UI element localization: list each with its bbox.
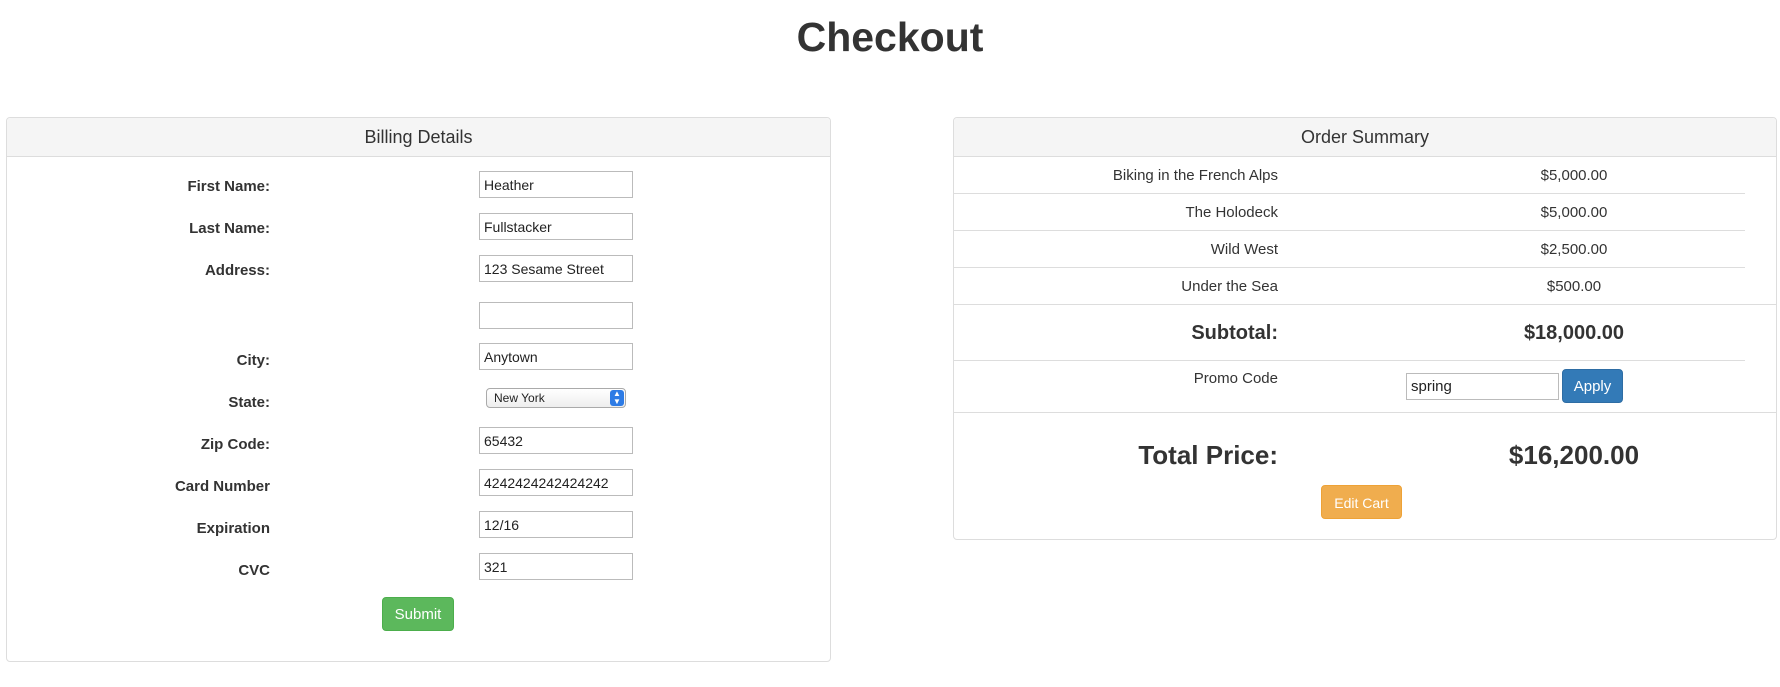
item-price: $2,500.00 bbox=[1540, 241, 1608, 258]
first-name-field[interactable] bbox=[479, 171, 633, 198]
address-field[interactable] bbox=[479, 255, 633, 282]
subtotal-row: Subtotal: $18,000.00 bbox=[954, 305, 1776, 360]
list-item: Under the Sea $500.00 bbox=[954, 268, 1776, 305]
item-name: The Holodeck bbox=[1185, 204, 1278, 221]
subtotal-label: Subtotal: bbox=[1191, 322, 1278, 344]
total-price-label: Total Price: bbox=[1138, 440, 1278, 470]
item-price: $5,000.00 bbox=[1540, 204, 1608, 221]
state-select[interactable]: New York ▲ ▼ bbox=[486, 388, 626, 408]
item-price: $5,000.00 bbox=[1540, 167, 1608, 184]
submit-button[interactable]: Submit bbox=[382, 597, 454, 631]
card-number-field[interactable] bbox=[479, 469, 633, 496]
page-title: Checkout bbox=[796, 14, 984, 60]
expiration-field[interactable] bbox=[479, 511, 633, 538]
first-name-row: First Name: bbox=[7, 171, 830, 199]
state-row: State: New York ▲ ▼ bbox=[7, 385, 830, 413]
state-label: State: bbox=[228, 394, 270, 411]
zip-code-field[interactable] bbox=[479, 427, 633, 454]
city-field[interactable] bbox=[479, 343, 633, 370]
item-name: Wild West bbox=[1210, 241, 1278, 258]
address-row: Address: bbox=[7, 255, 830, 283]
cvc-row: CVC bbox=[7, 553, 830, 581]
promo-code-label: Promo Code bbox=[1193, 370, 1278, 387]
address-line2-field[interactable] bbox=[479, 302, 633, 329]
item-name: Biking in the French Alps bbox=[1112, 167, 1278, 184]
edit-cart-button[interactable]: Edit Cart bbox=[1321, 485, 1402, 519]
order-summary-panel: Order Summary Biking in the French Alps … bbox=[953, 117, 1777, 540]
last-name-field[interactable] bbox=[479, 213, 633, 240]
promo-code-input[interactable] bbox=[1406, 373, 1559, 400]
card-number-label: Card Number bbox=[174, 478, 270, 495]
first-name-label: First Name: bbox=[187, 178, 270, 195]
apply-button[interactable]: Apply bbox=[1562, 369, 1623, 403]
expiration-row: Expiration bbox=[7, 511, 830, 539]
expiration-label: Expiration bbox=[196, 520, 270, 537]
list-item: Biking in the French Alps $5,000.00 bbox=[954, 157, 1776, 194]
subtotal-value: $18,000.00 bbox=[1523, 322, 1625, 344]
zip-code-row: Zip Code: bbox=[7, 427, 830, 455]
list-item: Wild West $2,500.00 bbox=[954, 231, 1776, 268]
total-price-value: $16,200.00 bbox=[1508, 440, 1640, 470]
last-name-label: Last Name: bbox=[189, 220, 270, 237]
row-divider bbox=[954, 360, 1745, 361]
section-divider bbox=[954, 412, 1776, 413]
address-label: Address: bbox=[204, 262, 270, 279]
city-label: City: bbox=[236, 352, 270, 369]
item-name: Under the Sea bbox=[1181, 278, 1278, 295]
city-row: City: bbox=[7, 343, 830, 371]
item-price: $500.00 bbox=[1546, 278, 1602, 295]
list-item: The Holodeck $5,000.00 bbox=[954, 194, 1776, 231]
zip-code-label: Zip Code: bbox=[200, 436, 270, 453]
billing-details-heading: Billing Details bbox=[7, 118, 830, 157]
state-selected-value: New York bbox=[494, 391, 545, 405]
address2-row bbox=[7, 302, 830, 330]
cvc-field[interactable] bbox=[479, 553, 633, 580]
billing-details-panel: Billing Details First Name: Last Name: A… bbox=[6, 117, 831, 662]
select-arrows-icon: ▲ ▼ bbox=[610, 390, 624, 406]
cvc-label: CVC bbox=[238, 562, 270, 579]
order-summary-heading: Order Summary bbox=[954, 118, 1776, 157]
last-name-row: Last Name: bbox=[7, 213, 830, 241]
card-number-row: Card Number bbox=[7, 469, 830, 497]
